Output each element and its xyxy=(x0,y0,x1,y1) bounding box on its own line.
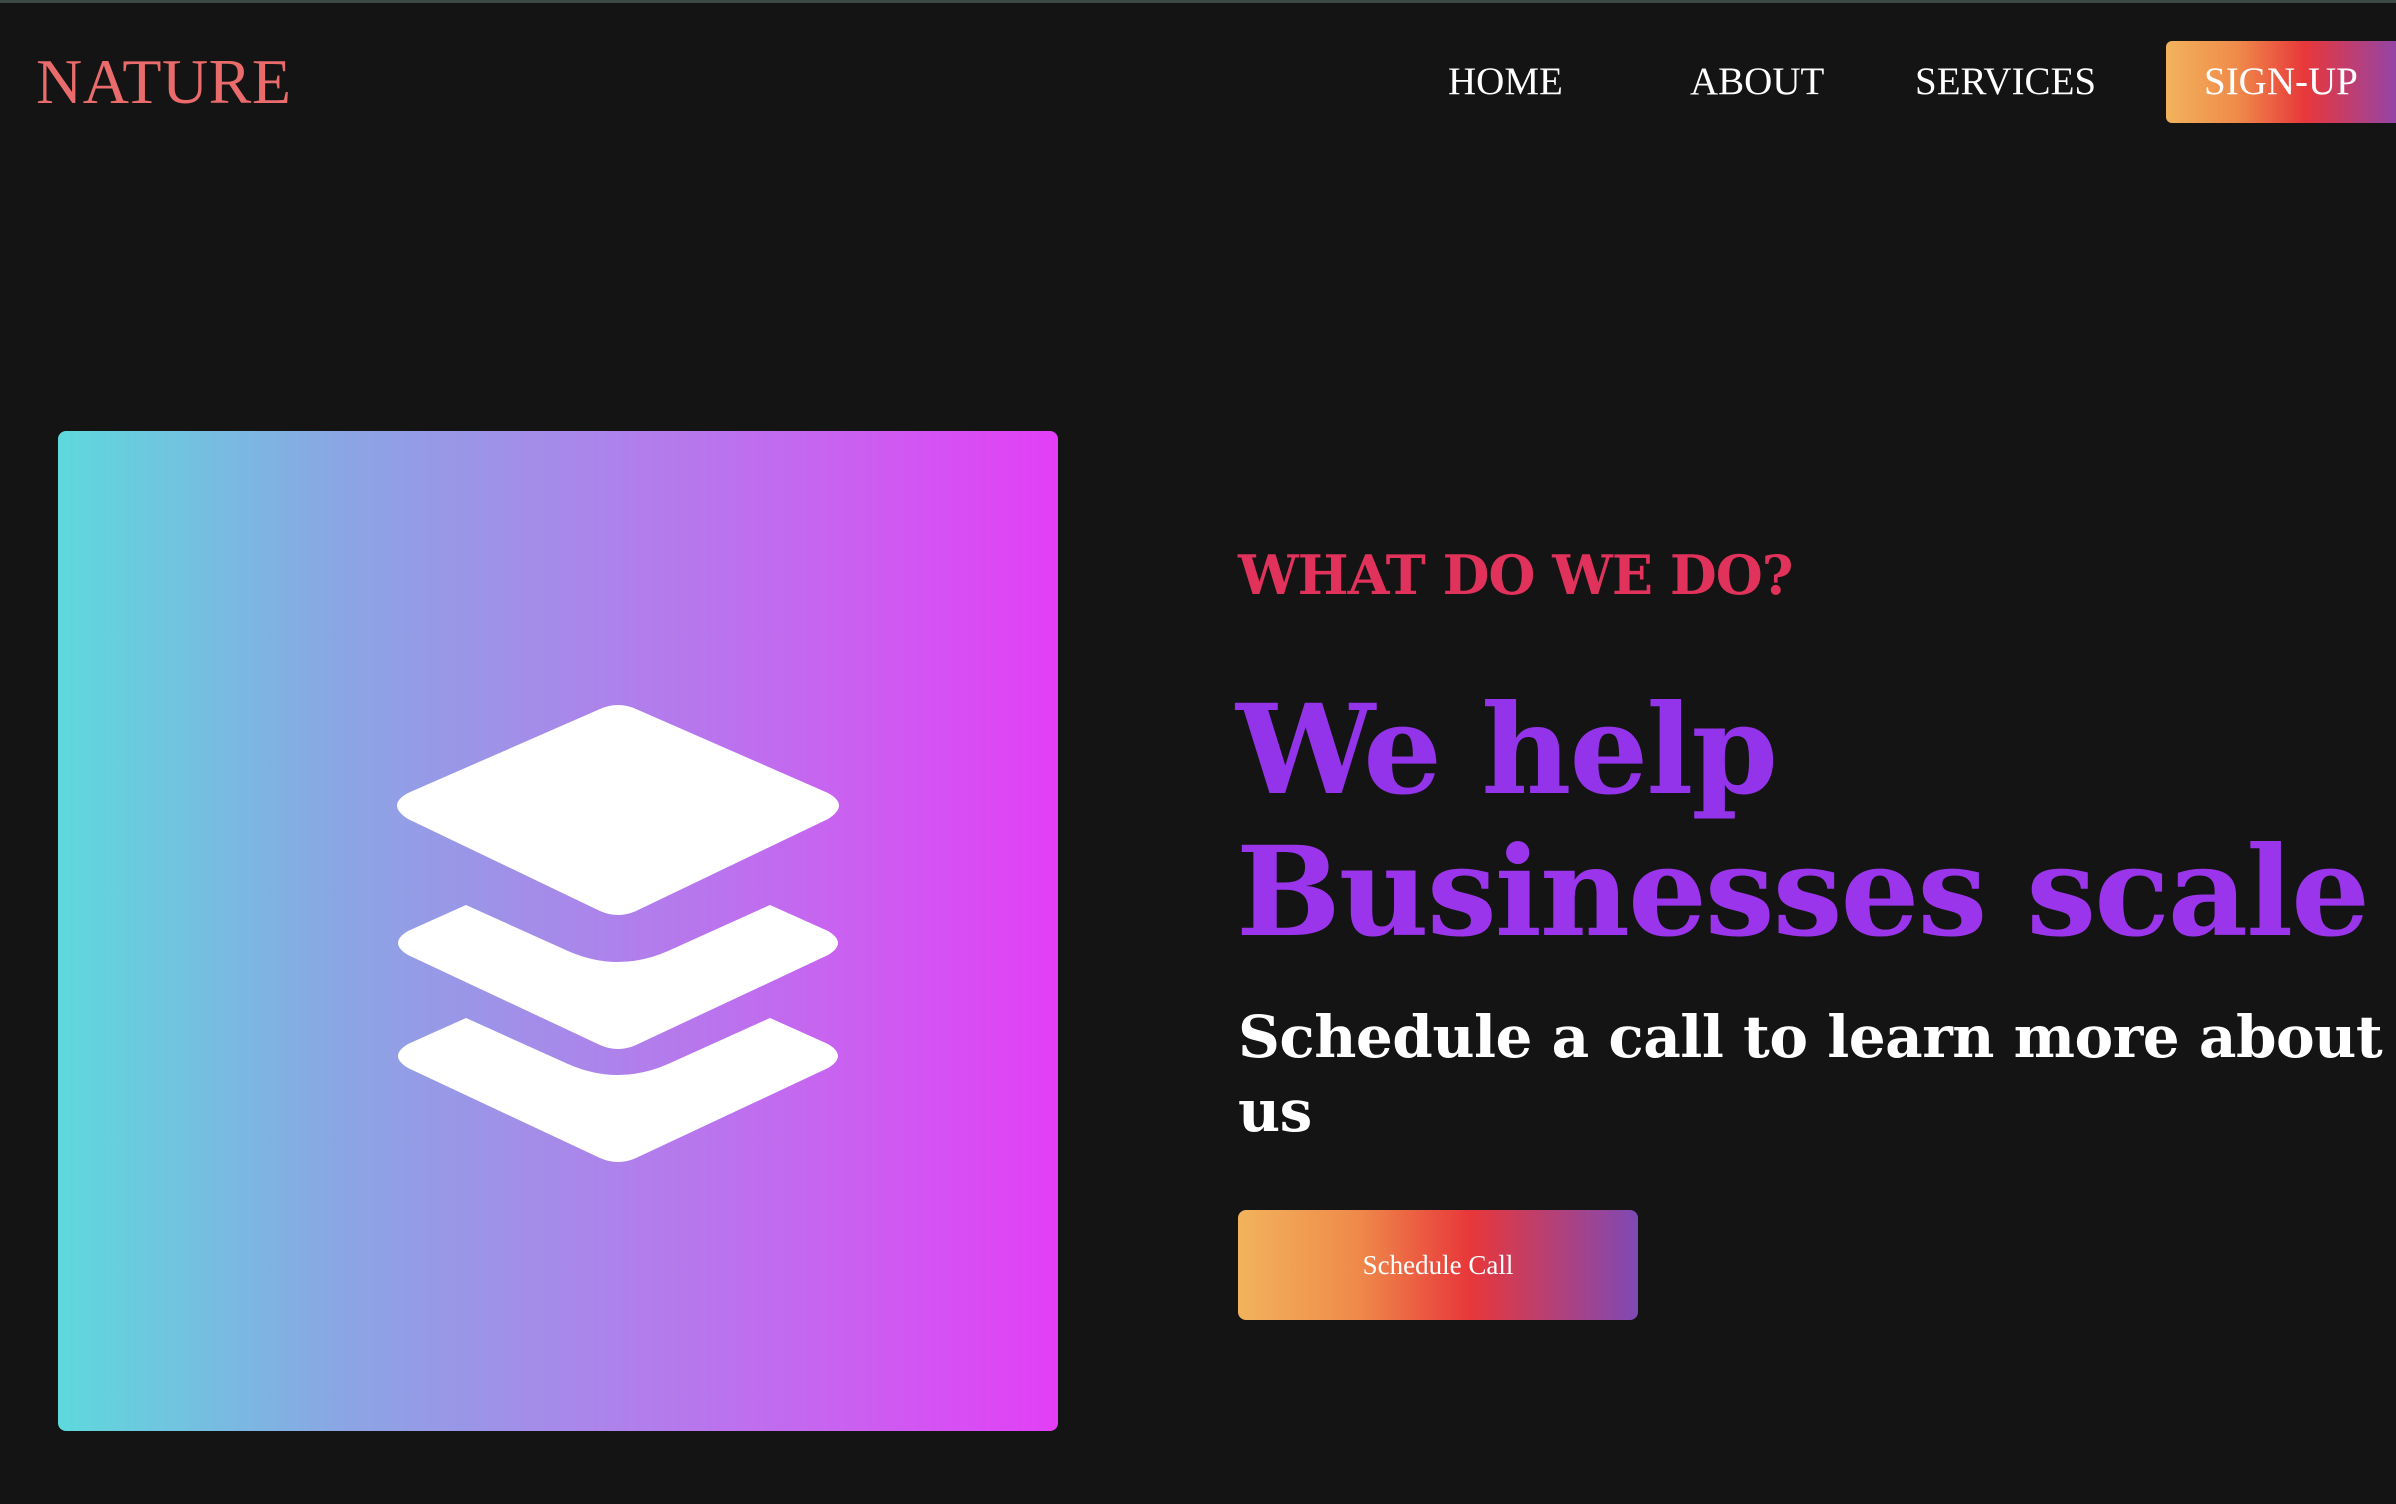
headline-line-2: Businesses scale xyxy=(1236,820,2370,965)
nav-link-about[interactable]: ABOUT xyxy=(1690,56,1824,108)
brand-logo[interactable]: NATURE xyxy=(36,46,291,118)
page: NATURE HOME ABOUT SERVICES SIGN-UP WHAT … xyxy=(0,0,2396,1504)
headline-line-1: We help xyxy=(1236,678,1778,823)
hero-headline: We help Businesses scale xyxy=(1236,680,2396,964)
navbar: NATURE HOME ABOUT SERVICES SIGN-UP xyxy=(0,0,2396,160)
section-eyebrow: WHAT DO WE DO? xyxy=(1238,543,1793,607)
signup-button[interactable]: SIGN-UP xyxy=(2166,41,2396,123)
hero-image xyxy=(58,431,1058,1431)
nav-link-home[interactable]: HOME xyxy=(1448,56,1563,108)
hero-subhead: Schedule a call to learn more about us xyxy=(1238,1003,2383,1145)
layers-icon xyxy=(397,705,839,1162)
schedule-call-button[interactable]: Schedule Call xyxy=(1238,1210,1638,1320)
nav-link-services[interactable]: SERVICES xyxy=(1915,56,2096,108)
